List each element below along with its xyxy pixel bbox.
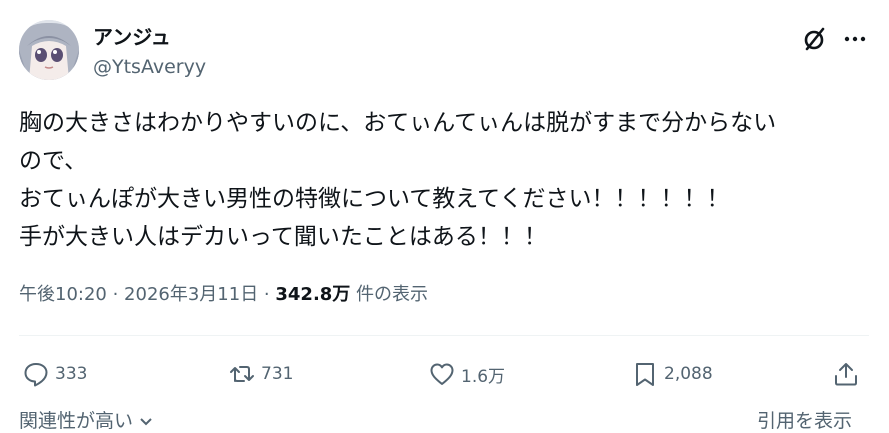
view-count: 342.8万	[275, 284, 351, 305]
tweet-text-line: 胸の大きさはわかりやすいのに、おてぃんてぃんは脱がすまで分からない	[19, 110, 777, 136]
reply-count: 333	[55, 364, 88, 384]
tweet-text-line: 手が大きい人はデカいって聞いたことはある！！！	[19, 224, 547, 250]
like-count: 1.6万	[461, 366, 506, 387]
user-handle[interactable]: @YtsAveryy	[93, 55, 206, 79]
reply-icon	[24, 363, 48, 387]
reply-button[interactable]: 333	[23, 358, 87, 390]
share-icon	[835, 363, 857, 386]
bookmark-button[interactable]: 2,088	[632, 358, 713, 390]
sort-label: 関連性が高い	[19, 410, 134, 432]
repost-button[interactable]: 731	[229, 358, 293, 390]
chevron-down-icon	[140, 418, 152, 426]
view-quotes-link[interactable]: 引用を表示	[757, 406, 852, 433]
grok-icon[interactable]	[802, 26, 828, 52]
bookmark-count: 2,088	[664, 364, 713, 384]
divider	[19, 335, 869, 336]
avatar[interactable]	[19, 20, 79, 80]
heart-icon	[430, 363, 454, 385]
share-button[interactable]	[833, 358, 865, 390]
timestamp[interactable]: 午後10:20 · 2026年3月11日 ·	[19, 284, 275, 305]
sort-replies-dropdown[interactable]: 関連性が高い	[19, 406, 153, 433]
bookmark-icon	[636, 363, 654, 386]
avatar-image	[19, 20, 79, 80]
repost-count: 731	[261, 364, 294, 384]
view-count-label: 件の表示	[350, 284, 429, 305]
tweet-text: 胸の大きさはわかりやすいのに、おてぃんてぃんは脱がすまで分からない ので、 おて…	[19, 104, 879, 256]
tweet-text-line: おてぃんぽが大きい男性の特徴について教えてください！！！！！！	[19, 186, 730, 212]
repost-icon	[230, 366, 254, 382]
more-icon[interactable]	[841, 26, 869, 52]
tweet-text-line: ので、	[19, 148, 88, 174]
like-button[interactable]: 1.6万	[429, 358, 505, 390]
display-name[interactable]: アンジュ	[93, 25, 171, 49]
tweet-header: アンジュ @YtsAveryy	[19, 20, 869, 84]
tweet-meta: 午後10:20 · 2026年3月11日 · 342.8万 件の表示	[19, 282, 428, 308]
